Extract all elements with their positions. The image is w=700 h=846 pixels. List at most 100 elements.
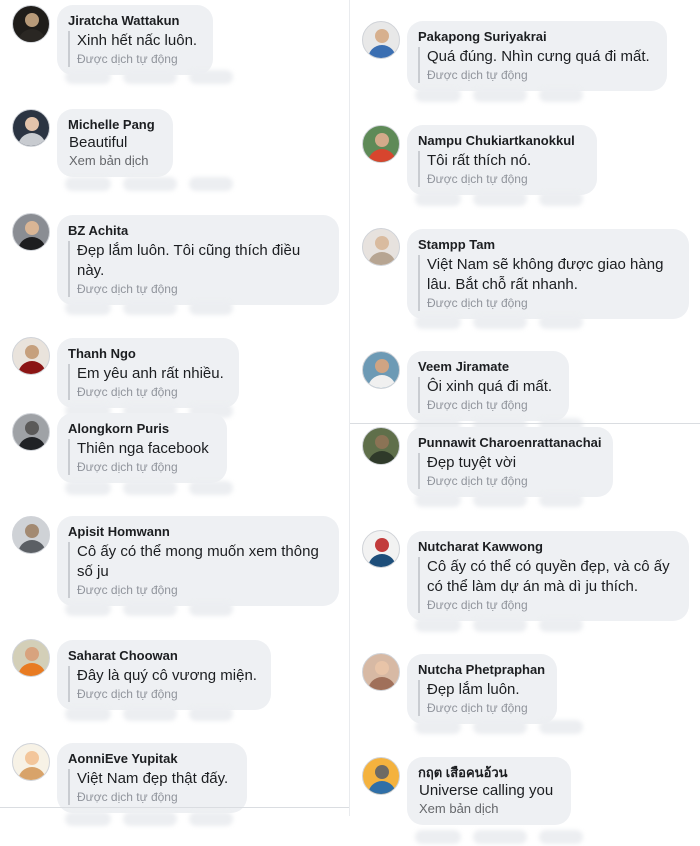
- avatar-body: [18, 133, 46, 146]
- comment-text: Beautiful: [69, 134, 128, 151]
- translated-quote: Việt Nam sẽ không được giao hàng lâu. Bắ…: [418, 255, 677, 311]
- blurred-action: [65, 70, 111, 84]
- comment-bubble: Stampp Tam Việt Nam sẽ không được giao hà…: [407, 229, 689, 319]
- translated-quote: Xinh hết nấc luôn. Được dịch tự động: [68, 31, 201, 67]
- blurred-action: [123, 707, 177, 721]
- translated-quote: Tôi rất thích nó. Được dịch tự động: [418, 151, 585, 187]
- auto-translated-label: Được dịch tự động: [427, 701, 528, 715]
- blurred-action: [189, 177, 233, 191]
- avatar-body: [18, 29, 46, 42]
- comment-bubble: Nutcha Phetpraphan Đẹp lắm luôn. Được dịch…: [407, 654, 557, 724]
- blurred-actions: [415, 618, 583, 634]
- translated-quote: Cô ấy có thể có quyền đẹp, và cô ấy có t…: [418, 557, 677, 613]
- commenter-name[interactable]: กฤต เสือคนอ้วน: [418, 765, 559, 781]
- commenter-name[interactable]: Pakapong Suriyakrai: [418, 29, 655, 45]
- commenter-name[interactable]: Saharat Choowan: [68, 648, 259, 664]
- auto-translated-label: Được dịch tự động: [427, 598, 528, 612]
- commenter-name[interactable]: Nampu Chukiartkanokkul: [418, 133, 585, 149]
- avatar[interactable]: [362, 427, 400, 465]
- auto-translated-label: Được dịch tự động: [427, 474, 528, 488]
- avatar-head: [375, 435, 389, 449]
- comment-bubble: กฤต เสือคนอ้วน Universe calling you Xem bả…: [407, 757, 571, 825]
- comment-bubble: Thanh Ngo Em yêu anh rất nhiều. Được dịch …: [57, 338, 239, 408]
- commenter-name[interactable]: Apisit Homwann: [68, 524, 327, 540]
- avatar[interactable]: [12, 743, 50, 781]
- avatar-head: [25, 524, 39, 538]
- blurred-action: [65, 301, 111, 315]
- column-divider: [349, 0, 350, 816]
- commenter-name[interactable]: Jiratcha Wattakun: [68, 13, 201, 29]
- avatar-head: [25, 421, 39, 435]
- see-translation-link[interactable]: Xem bản dịch: [419, 801, 559, 817]
- commenter-name[interactable]: Thanh Ngo: [68, 346, 227, 362]
- blurred-action: [189, 812, 233, 826]
- avatar-head: [375, 359, 389, 373]
- avatar[interactable]: [362, 21, 400, 59]
- blurred-action: [473, 618, 527, 632]
- commenter-name[interactable]: Veem Jiramate: [418, 359, 557, 375]
- blurred-action: [123, 812, 177, 826]
- avatar[interactable]: [362, 351, 400, 389]
- avatar[interactable]: [12, 337, 50, 375]
- avatar[interactable]: [12, 516, 50, 554]
- commenter-name[interactable]: Stampp Tam: [418, 237, 677, 253]
- avatar-body: [18, 663, 46, 676]
- comment-bubble: Alongkorn Puris Thiên nga facebook Được dị…: [57, 413, 227, 483]
- comment-bubble: Veem Jiramate Ôi xinh quá đi mất. Được dịc…: [407, 351, 569, 421]
- auto-translated-label: Được dịch tự động: [77, 687, 178, 701]
- avatar-body: [368, 252, 396, 265]
- comment-bubble: BZ Achita Đẹp lắm luôn. Tôi cũng thích đi…: [57, 215, 339, 305]
- blurred-action: [415, 192, 461, 206]
- blurred-actions: [65, 812, 233, 828]
- blurred-action: [415, 88, 461, 102]
- comment-bubble: Michelle Pang Beautiful Xem bản dịch: [57, 109, 173, 177]
- blurred-action: [65, 602, 111, 616]
- avatar-head: [25, 345, 39, 359]
- commenter-name[interactable]: AonniEve Yupitak: [68, 751, 235, 767]
- comment-bubble: Nampu Chukiartkanokkul Tôi rất thích nó. Đ…: [407, 125, 597, 195]
- avatar[interactable]: [362, 530, 400, 568]
- avatar-head: [375, 29, 389, 43]
- commenter-name[interactable]: BZ Achita: [68, 223, 327, 239]
- comment-text: Xinh hết nấc luôn.: [77, 32, 198, 49]
- comment-text: Đẹp tuyệt vời: [427, 454, 517, 471]
- avatar[interactable]: [12, 5, 50, 43]
- blurred-actions: [65, 602, 233, 618]
- avatar[interactable]: [12, 413, 50, 451]
- commenter-name[interactable]: Michelle Pang: [68, 117, 161, 133]
- avatar[interactable]: [362, 653, 400, 691]
- avatar[interactable]: [362, 757, 400, 795]
- commenter-name[interactable]: Punnawit Charoenrattanachai: [418, 435, 601, 451]
- blurred-action: [473, 192, 527, 206]
- commenter-name[interactable]: Alongkorn Puris: [68, 421, 215, 437]
- blurred-action: [539, 493, 583, 507]
- avatar[interactable]: [362, 228, 400, 266]
- auto-translated-label: Được dịch tự động: [77, 583, 178, 597]
- blurred-action: [65, 177, 111, 191]
- blurred-action: [65, 707, 111, 721]
- commenter-name[interactable]: Nutcharat Kawwong: [418, 539, 677, 555]
- avatar[interactable]: [12, 109, 50, 147]
- comment-text: Cô ấy có thể mong muốn xem thông số ju: [77, 543, 319, 580]
- avatar-head: [25, 117, 39, 131]
- avatar-body: [368, 781, 396, 794]
- comment-bubble: Nutcharat Kawwong Cô ấy có thể có quyền đ…: [407, 531, 689, 621]
- translated-quote: Đẹp tuyệt vời Được dịch tự động: [418, 453, 601, 489]
- comment-text: Em yêu anh rất nhiều.: [77, 365, 224, 382]
- avatar[interactable]: [12, 213, 50, 251]
- blurred-actions: [65, 177, 233, 193]
- avatar-body: [368, 554, 396, 567]
- avatar-head: [25, 751, 39, 765]
- blurred-action: [123, 481, 177, 495]
- commenter-name[interactable]: Nutcha Phetpraphan: [418, 662, 545, 678]
- see-translation-link[interactable]: Xem bản dịch: [69, 153, 161, 169]
- blurred-actions: [415, 830, 583, 846]
- blurred-action: [189, 70, 233, 84]
- avatar[interactable]: [12, 639, 50, 677]
- blurred-actions: [65, 301, 233, 317]
- avatar[interactable]: [362, 125, 400, 163]
- avatar-body: [368, 451, 396, 464]
- blurred-action: [65, 481, 111, 495]
- half-divider-right: [350, 423, 700, 424]
- comment-text: Đẹp lắm luôn. Tôi cũng thích điều này.: [77, 242, 301, 279]
